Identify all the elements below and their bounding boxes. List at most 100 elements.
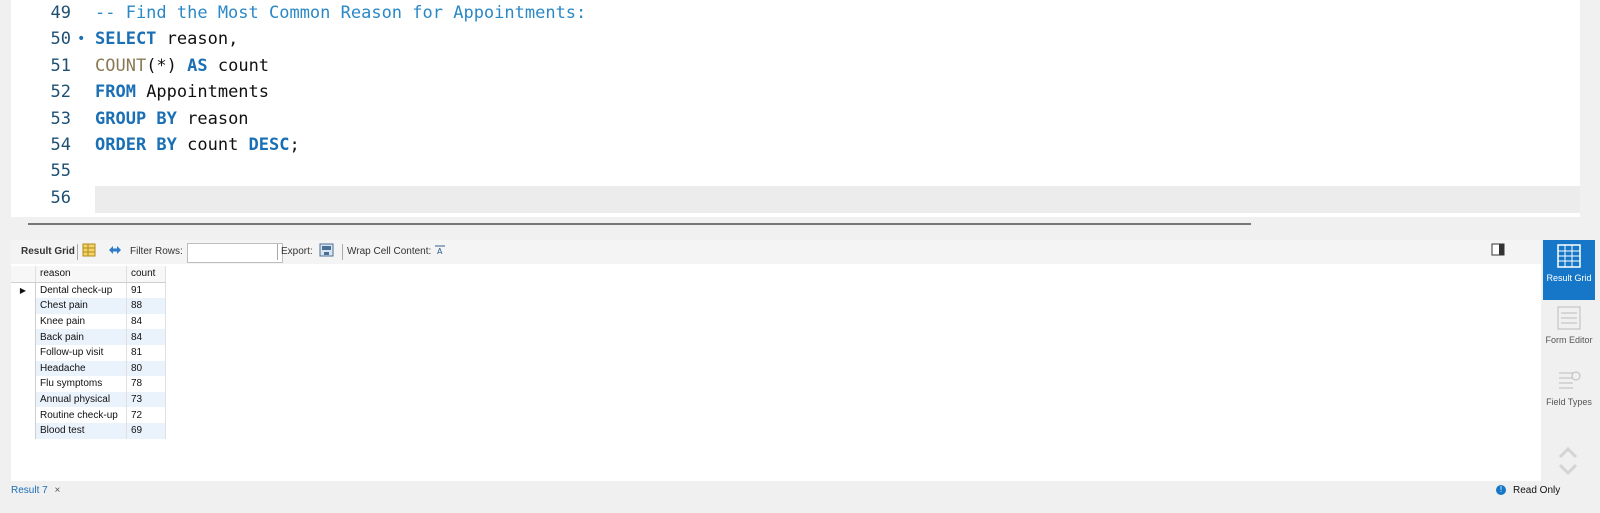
result-grid-label: Result Grid (21, 246, 75, 257)
result-tab[interactable]: Result 7 × (11, 481, 60, 501)
cell-count[interactable]: 78 (126, 376, 166, 392)
rail-scroll-chevrons-icon[interactable] (1557, 445, 1579, 482)
cell-count[interactable]: 88 (126, 298, 166, 314)
cell-count[interactable]: 69 (126, 422, 166, 439)
table-row[interactable]: Blood test 69 (11, 422, 166, 439)
code-text[interactable]: SELECT reason, (95, 26, 238, 53)
table-row[interactable]: Flu symptoms 78 (11, 376, 166, 392)
line-number: 53 (50, 108, 71, 129)
table-row[interactable]: Routine check-up 72 (11, 407, 166, 423)
cell-reason[interactable]: Flu symptoms (35, 376, 127, 392)
cell-reason[interactable]: Blood test (35, 422, 127, 439)
refresh-icon[interactable] (107, 243, 123, 260)
close-tab-icon[interactable]: × (54, 485, 60, 496)
row-header[interactable] (11, 360, 36, 377)
field-types-tab-button[interactable]: Field Types (1543, 364, 1595, 424)
toolbar-separator (342, 244, 343, 260)
code-token: Appointments (135, 82, 270, 103)
wrap-cell-icon[interactable]: A (434, 244, 446, 259)
read-only-label: Read Only (1513, 485, 1561, 496)
code-line[interactable]: 50 • SELECT reason, (11, 26, 1580, 53)
table-row[interactable]: Chest pain 88 (11, 298, 166, 314)
cell-count[interactable]: 84 (126, 329, 166, 345)
export-icon[interactable] (319, 243, 335, 261)
grid-layout-icon[interactable] (82, 243, 96, 260)
cell-reason[interactable]: Routine check-up (35, 407, 127, 423)
field-types-rail-label: Field Types (1546, 397, 1592, 407)
result-toolbar: Result Grid Filter Rows: Export: Wrap Ce… (11, 240, 1541, 264)
cell-count[interactable]: 91 (126, 282, 166, 299)
result-panel: Result Grid Filter Rows: Export: Wrap Ce… (11, 240, 1541, 492)
result-tab-label: Result 7 (11, 485, 48, 496)
code-line[interactable]: 54 ORDER BY count DESC; (11, 132, 1580, 159)
form-editor-tab-button[interactable]: Form Editor (1543, 302, 1595, 362)
cell-count[interactable]: 80 (126, 360, 166, 377)
table-row[interactable]: Knee pain 84 (11, 313, 166, 330)
code-line[interactable]: 52 FROM Appointments (11, 79, 1580, 106)
cell-reason[interactable]: Knee pain (35, 313, 127, 330)
column-header-reason[interactable]: reason (35, 266, 127, 283)
cell-count[interactable]: 73 (126, 391, 166, 408)
table-row[interactable]: Follow-up visit 81 (11, 344, 166, 361)
code-line[interactable]: 49 -- Find the Most Common Reason for App… (11, 0, 1580, 27)
current-row-pointer-icon[interactable]: ▶ (11, 282, 36, 299)
cell-reason[interactable]: Dental check-up (35, 282, 127, 299)
code-line[interactable]: 51 COUNT(*) AS count (11, 53, 1580, 80)
table-row[interactable]: Annual physical 73 (11, 391, 166, 408)
line-number: 50 (50, 29, 71, 50)
cell-reason[interactable]: Follow-up visit (35, 344, 127, 361)
filter-rows-input[interactable] (187, 243, 283, 263)
line-number: 51 (50, 55, 71, 76)
code-line[interactable]: 55 (11, 158, 1580, 185)
code-text[interactable]: FROM Appointments (95, 79, 269, 106)
result-grid-tab-button[interactable]: Result Grid (1543, 240, 1595, 300)
code-token: -- Find the Most Common Reason for Appoi… (95, 3, 587, 23)
row-header[interactable] (11, 313, 36, 330)
line-number: 54 (50, 135, 71, 155)
code-text[interactable]: GROUP BY reason (95, 106, 249, 133)
table-row[interactable]: Headache 80 (11, 360, 166, 377)
result-grid-rail-label: Result Grid (1546, 273, 1592, 283)
code-token: (*) (146, 55, 188, 76)
status-bar: Result 7 × ! Read Only (0, 481, 1600, 513)
line-number: 55 (50, 161, 71, 182)
toggle-panel-icon[interactable] (1491, 243, 1505, 259)
table-row[interactable]: ▶ Dental check-up 91 (11, 282, 166, 299)
toolbar-separator (277, 244, 278, 260)
form-editor-rail-label: Form Editor (1545, 335, 1593, 345)
cell-reason[interactable]: Headache (35, 360, 127, 377)
line-number: 52 (50, 82, 71, 103)
line-number: 56 (50, 187, 71, 208)
cell-reason[interactable]: Annual physical (35, 391, 127, 408)
cell-count[interactable]: 72 (126, 407, 166, 423)
result-grid[interactable]: reason count ▶ Dental check-up 91 Chest pai… (11, 266, 166, 439)
row-header[interactable] (11, 391, 36, 408)
column-header-count[interactable]: count (126, 266, 166, 283)
row-header[interactable] (11, 344, 36, 361)
grid-icon (1557, 244, 1581, 268)
row-header[interactable] (11, 298, 36, 314)
code-token: reason, (156, 29, 239, 50)
code-line[interactable]: 56 (11, 185, 1580, 212)
row-header[interactable] (11, 329, 36, 345)
code-token: count (207, 55, 270, 76)
code-text[interactable]: -- Find the Most Common Reason for Appoi… (95, 0, 586, 27)
table-row[interactable]: Back pain 84 (11, 329, 166, 345)
sql-editor[interactable]: 49 -- Find the Most Common Reason for App… (11, 0, 1580, 217)
row-header[interactable] (11, 376, 36, 392)
row-header[interactable] (11, 422, 36, 439)
execution-marker-icon: • (77, 31, 86, 48)
row-header[interactable] (11, 407, 36, 423)
code-text[interactable]: COUNT(*) AS count (95, 53, 269, 80)
code-line[interactable]: 53 GROUP BY reason (11, 106, 1580, 133)
cell-count[interactable]: 84 (126, 313, 166, 330)
editor-horizontal-scrollbar[interactable] (28, 223, 1251, 225)
cell-reason[interactable]: Back pain (35, 329, 127, 345)
cell-count[interactable]: 81 (126, 344, 166, 361)
code-text[interactable]: ORDER BY count DESC; (95, 132, 300, 159)
form-icon (1557, 306, 1581, 330)
code-token: FROM (95, 82, 136, 103)
cell-reason[interactable]: Chest pain (35, 298, 127, 314)
code-token: count (176, 135, 249, 155)
code-token: SELECT (95, 29, 157, 50)
